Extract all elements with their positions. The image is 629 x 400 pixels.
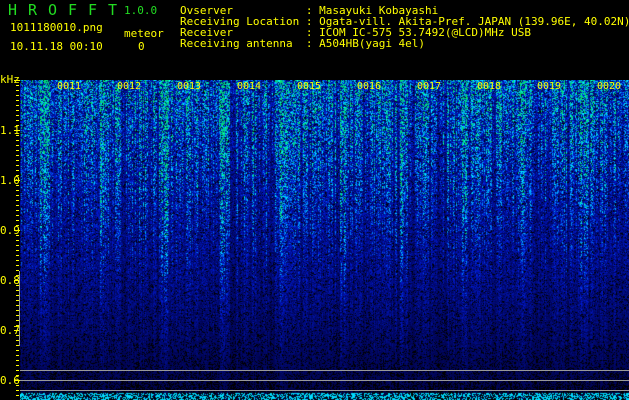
y-tick bbox=[16, 220, 19, 221]
y-tick bbox=[16, 155, 19, 156]
time-label: 0018 bbox=[477, 81, 502, 92]
time-label: 0020 bbox=[597, 81, 622, 92]
y-tick bbox=[16, 265, 19, 266]
y-tick bbox=[16, 185, 19, 186]
y-tick bbox=[16, 240, 19, 241]
y-tick bbox=[14, 80, 20, 81]
spectrogram bbox=[20, 80, 629, 400]
y-tick bbox=[16, 210, 19, 211]
info-value: : A504HB(yagi 4el) bbox=[305, 37, 426, 50]
meteor-count: 0 bbox=[138, 40, 145, 53]
y-tick bbox=[16, 175, 19, 176]
y-tick bbox=[16, 195, 19, 196]
y-tick bbox=[16, 190, 19, 191]
y-tick bbox=[16, 370, 19, 371]
title-letter: H bbox=[8, 1, 18, 19]
y-tick bbox=[16, 160, 19, 161]
y-tick bbox=[16, 395, 19, 396]
reference-line bbox=[20, 380, 629, 381]
reference-line bbox=[20, 390, 629, 391]
y-tick bbox=[16, 165, 19, 166]
title-letter: O bbox=[48, 1, 58, 19]
y-tick bbox=[16, 215, 19, 216]
app-title: HROFFT bbox=[8, 3, 128, 18]
reference-line bbox=[20, 370, 629, 371]
title-letter: F bbox=[88, 1, 98, 19]
y-tick bbox=[16, 385, 19, 386]
y-tick bbox=[16, 205, 19, 206]
y-tick bbox=[16, 200, 19, 201]
y-tick bbox=[16, 170, 19, 171]
time-label: 0011 bbox=[57, 81, 82, 92]
app-version: 1.0.0 bbox=[124, 4, 158, 17]
time-label: 0014 bbox=[237, 81, 262, 92]
y-tick bbox=[16, 350, 19, 351]
datetime: 10.11.18 00:10 bbox=[10, 40, 103, 53]
y-tick bbox=[16, 105, 19, 106]
y-tick bbox=[14, 180, 20, 181]
y-tick bbox=[16, 375, 19, 376]
y-tick bbox=[16, 140, 19, 141]
meteor-label: meteor bbox=[124, 27, 164, 40]
marker-line bbox=[19, 271, 20, 346]
time-label: 0012 bbox=[117, 81, 142, 92]
y-tick bbox=[16, 90, 19, 91]
y-tick bbox=[16, 360, 19, 361]
title-letter: R bbox=[28, 1, 38, 19]
file-name: 1011180010.png bbox=[10, 21, 103, 34]
y-tick bbox=[16, 145, 19, 146]
y-tick bbox=[14, 230, 20, 231]
info-row: Receiving antenna : A504HB(yagi 4el) bbox=[180, 38, 425, 49]
time-label: 0017 bbox=[417, 81, 442, 92]
y-tick bbox=[16, 125, 19, 126]
time-label: 0013 bbox=[177, 81, 202, 92]
y-tick bbox=[16, 245, 19, 246]
y-tick bbox=[16, 115, 19, 116]
time-label: 0015 bbox=[297, 81, 322, 92]
time-label: 0019 bbox=[537, 81, 562, 92]
y-tick bbox=[16, 150, 19, 151]
y-tick bbox=[16, 225, 19, 226]
y-tick bbox=[16, 355, 19, 356]
y-tick bbox=[16, 100, 19, 101]
y-tick bbox=[16, 390, 19, 391]
y-tick bbox=[16, 110, 19, 111]
y-tick bbox=[16, 120, 19, 121]
y-tick bbox=[16, 255, 19, 256]
y-tick bbox=[16, 85, 19, 86]
frequency-axis: kHz 1.1 1.0 0.9 0.8 0.7 0.6 bbox=[0, 70, 20, 400]
y-tick bbox=[16, 365, 19, 366]
y-tick bbox=[16, 250, 19, 251]
info-label: Receiving antenna bbox=[180, 37, 306, 50]
y-tick bbox=[16, 135, 19, 136]
title-letter: F bbox=[68, 1, 78, 19]
y-tick bbox=[14, 130, 20, 131]
time-label: 0016 bbox=[357, 81, 382, 92]
y-tick bbox=[16, 95, 19, 96]
y-tick bbox=[16, 260, 19, 261]
y-tick bbox=[16, 235, 19, 236]
